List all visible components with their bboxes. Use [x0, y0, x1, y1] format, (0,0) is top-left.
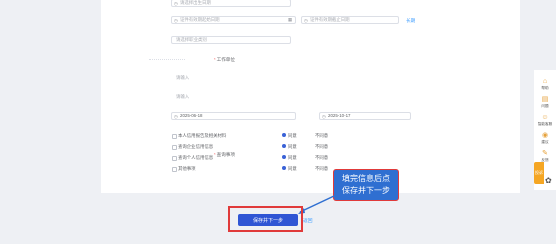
radio-yes-selected[interactable]: [282, 166, 286, 170]
opt-yes-label: 同意: [288, 155, 297, 160]
back-link[interactable]: 返回: [303, 217, 313, 224]
calendar-icon: ◷: [304, 17, 308, 23]
complaint-tab[interactable]: 投诉: [534, 162, 544, 184]
long-term-link[interactable]: 长期: [406, 18, 415, 24]
help-icon: ⌂: [542, 78, 548, 85]
calendar-icon: ◷: [174, 0, 178, 6]
id-valid-start-input[interactable]: ◷ 证件有效期起始日期 ▦: [171, 16, 296, 24]
calendar-icon: ▦: [287, 17, 292, 22]
opt-no-label[interactable]: 不同意: [315, 155, 328, 161]
query-item-label: 查询企业信用信息: [178, 144, 214, 149]
sidebar-item-help[interactable]: ⌂ 帮助: [534, 78, 556, 91]
postcode-input[interactable]: 请输入: [171, 93, 291, 101]
radio-yes-selected[interactable]: [282, 133, 286, 137]
sidebar-item-label: 建议: [541, 140, 549, 144]
calendar-icon: ◷: [322, 113, 326, 119]
input-underline[interactable]: [149, 59, 185, 60]
field-label: *查询事项: [213, 152, 235, 157]
sidebar-item-label: 问题: [541, 104, 549, 108]
opt-no-label[interactable]: 不同意: [315, 144, 328, 150]
opt-yes-label: 同意: [288, 133, 297, 138]
postcode-placeholder: 请输入: [176, 94, 190, 99]
id-valid-end-input[interactable]: ◷ 证件有效期截止日期: [301, 16, 399, 24]
callout-line-2: 保存并下一步: [342, 186, 390, 195]
save-and-next-button[interactable]: 保存并下一步: [238, 214, 298, 226]
sidebar-item-label: 帮助: [541, 86, 549, 90]
checkbox[interactable]: [172, 167, 177, 172]
birthdate-input[interactable]: ◷ 请选择出生日期: [171, 0, 291, 7]
sidebar-item-question[interactable]: ▤ 问题: [534, 96, 556, 109]
query-item-label: 其他事项: [178, 166, 196, 171]
query-item-label: 本人信用报告及相关材料: [178, 133, 227, 138]
period-start-input[interactable]: ◷ 2025-06-18: [171, 112, 296, 120]
occupation-select[interactable]: 请选择职业类别: [171, 36, 291, 44]
opt-no-label[interactable]: 不同意: [315, 133, 328, 139]
lightbulb-icon: ◉: [541, 132, 549, 139]
sidebar-item-service[interactable]: ☺ 智能客服: [534, 114, 556, 127]
field-label: *工作单位: [213, 57, 235, 62]
checkbox[interactable]: [172, 145, 177, 150]
id-valid-end-placeholder: 证件有效期截止日期: [310, 17, 350, 22]
period-end-input[interactable]: ◷ 2025-10-17: [319, 112, 411, 120]
headset-icon: ☺: [541, 114, 549, 121]
calendar-icon: ◷: [174, 17, 178, 23]
checkbox[interactable]: [172, 134, 177, 139]
chat-icon: ✎: [542, 150, 548, 157]
opt-yes-label: 同意: [288, 166, 297, 171]
query-item-label: 查询个人信用信息: [178, 155, 214, 160]
period-start-value: 2025-06-18: [180, 113, 203, 118]
opt-yes-label: 同意: [288, 144, 297, 149]
arrow-line: [299, 195, 335, 213]
gear-icon[interactable]: ✿: [545, 176, 552, 185]
radio-yes-selected[interactable]: [282, 155, 286, 159]
document-icon: ▤: [541, 96, 549, 103]
radio-yes-selected[interactable]: [282, 144, 286, 148]
sidebar-item-suggest[interactable]: ◉ 建议: [534, 132, 556, 145]
birthdate-placeholder: 请选择出生日期: [180, 0, 211, 5]
callout-line-1: 填完信息后点: [342, 174, 390, 183]
phone-placeholder: 请输入: [176, 75, 190, 80]
calendar-icon: ◷: [174, 113, 178, 119]
period-end-value: 2025-10-17: [328, 113, 351, 118]
id-valid-start-placeholder: 证件有效期起始日期: [180, 17, 220, 22]
phone-input[interactable]: 请输入: [171, 74, 291, 82]
occupation-placeholder: 请选择职业类别: [176, 37, 207, 42]
opt-no-label[interactable]: 不同意: [315, 166, 328, 172]
sidebar-item-label: 智能客服: [537, 122, 553, 126]
instruction-callout: 填完信息后点 保存并下一步: [333, 169, 399, 201]
form-card: *出生日期 ◷ 请选择出生日期 *证件有效期限 ◷ 证件有效期起始日期 ▦ ◷ …: [101, 0, 520, 193]
checkbox[interactable]: [172, 156, 177, 161]
